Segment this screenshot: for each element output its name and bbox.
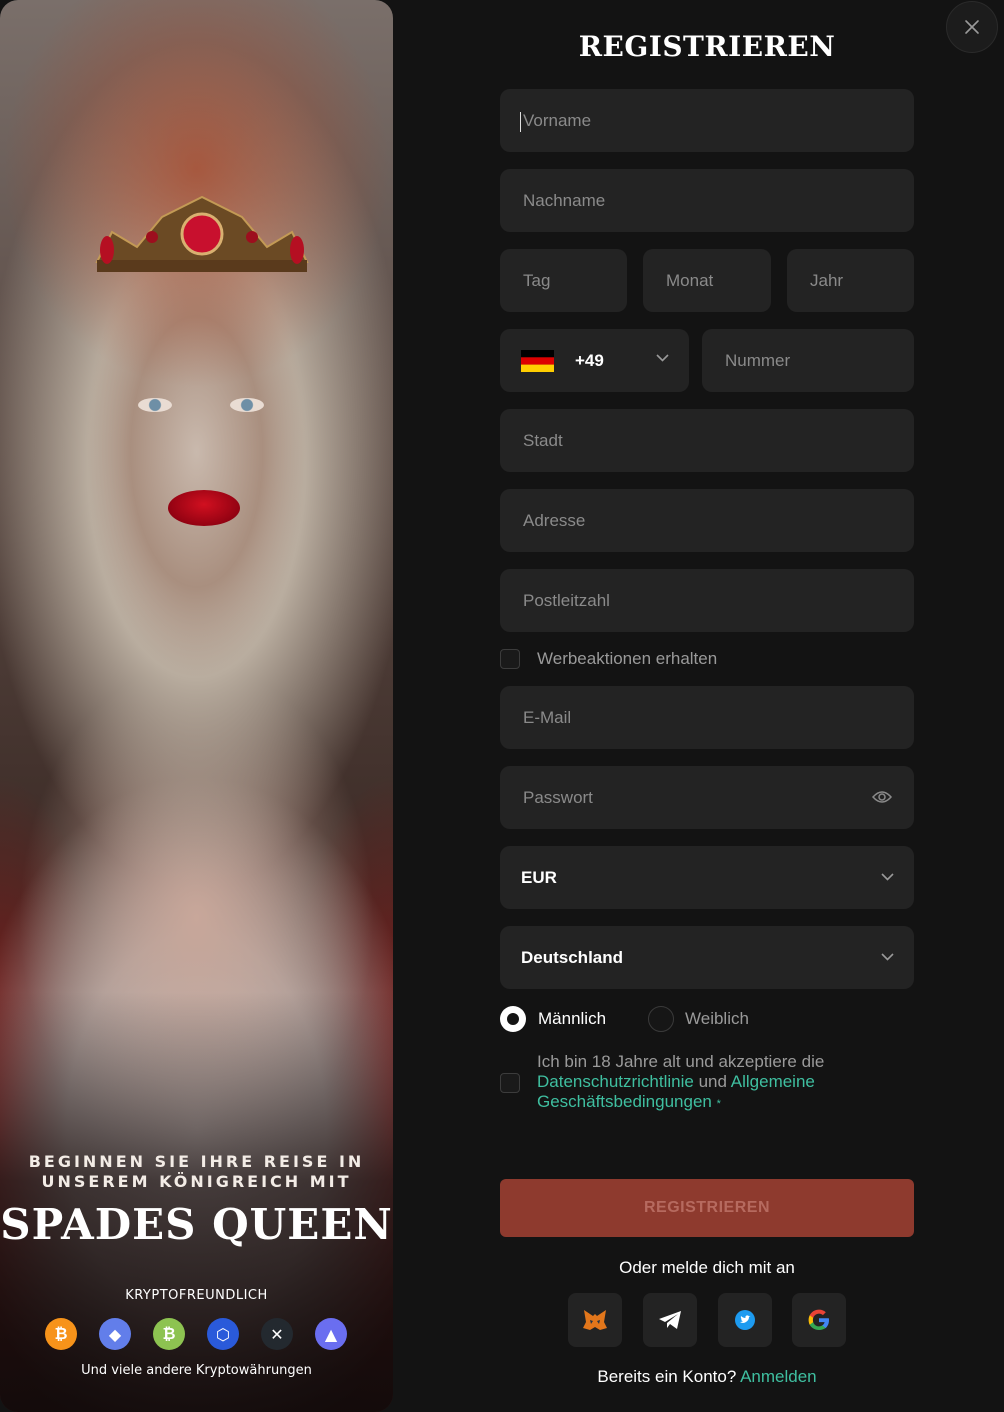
- crypto-label: KRYPTOFREUNDLICH: [125, 1288, 268, 1303]
- telegram-login-button[interactable]: [643, 1293, 697, 1347]
- country-select[interactable]: Deutschland: [500, 926, 914, 989]
- promotions-checkbox-label[interactable]: Werbeaktionen erhalten: [537, 649, 717, 669]
- metamask-login-button[interactable]: [568, 1293, 622, 1347]
- birth-month-field[interactable]: [643, 249, 771, 312]
- crown-illustration: [95, 195, 309, 272]
- login-prompt: Bereits ein Konto? Anmelden: [500, 1367, 914, 1387]
- close-button[interactable]: [946, 1, 998, 53]
- chainlink-icon: ⬡: [207, 1318, 239, 1350]
- twitter-login-button[interactable]: [718, 1293, 772, 1347]
- promo-tagline: BEGINNEN SIE IHRE REISE IN UNSEREM KÖNIG…: [0, 1152, 393, 1192]
- promo-panel: BEGINNEN SIE IHRE REISE IN UNSEREM KÖNIG…: [0, 0, 393, 1412]
- gender-male-radio[interactable]: [500, 1006, 526, 1032]
- currency-value: EUR: [521, 867, 557, 887]
- city-input[interactable]: [521, 429, 914, 452]
- password-input[interactable]: [521, 786, 845, 809]
- tron-icon: ▲: [315, 1318, 347, 1350]
- zip-input[interactable]: [521, 589, 914, 612]
- terms-checkbox[interactable]: [500, 1073, 520, 1093]
- ethereum-icon: ◆: [99, 1318, 131, 1350]
- zip-field[interactable]: [500, 569, 914, 632]
- birth-year-field[interactable]: [787, 249, 914, 312]
- city-field[interactable]: [500, 409, 914, 472]
- telegram-icon: [659, 1311, 681, 1329]
- chevron-down-icon: [656, 354, 669, 362]
- last-name-input[interactable]: [521, 189, 914, 212]
- phone-code-value: +49: [575, 350, 604, 370]
- email-field[interactable]: [500, 686, 914, 749]
- phone-number-input[interactable]: [723, 349, 914, 372]
- chevron-down-icon: [881, 953, 894, 961]
- social-login-heading: Oder melde dich mit an: [619, 1258, 795, 1277]
- first-name-field[interactable]: [500, 89, 914, 152]
- privacy-policy-link[interactable]: Datenschutzrichtlinie: [537, 1072, 694, 1091]
- text-caret: [520, 112, 521, 132]
- crypto-coin-list: ₿ ◆ ₿ ⬡ ✕ ▲: [45, 1318, 347, 1350]
- country-value: Deutschland: [521, 947, 624, 967]
- eye-icon[interactable]: [872, 790, 892, 804]
- portrait-eye-right: [230, 398, 264, 412]
- login-link[interactable]: Anmelden: [740, 1367, 817, 1386]
- phone-number-field[interactable]: [702, 329, 914, 392]
- close-icon: [965, 20, 979, 34]
- required-marker: *: [716, 1098, 721, 1110]
- address-field[interactable]: [500, 489, 914, 552]
- promotions-checkbox[interactable]: [500, 649, 520, 669]
- page-title: REGISTRIEREN: [578, 30, 836, 63]
- bitcoin-cash-icon: ₿: [153, 1318, 185, 1350]
- terms-text: Ich bin 18 Jahre alt und akzeptiere die …: [537, 1052, 867, 1114]
- last-name-field[interactable]: [500, 169, 914, 232]
- more-crypto-text: Und viele andere Kryptowährungen: [81, 1363, 312, 1378]
- login-prompt-text: Bereits ein Konto?: [597, 1367, 737, 1386]
- promo-tagline-line1: BEGINNEN SIE IHRE REISE IN: [28, 1152, 365, 1171]
- portrait-lips: [168, 490, 240, 526]
- terms-and: und: [698, 1072, 727, 1091]
- password-field[interactable]: [500, 766, 914, 829]
- google-login-button[interactable]: [792, 1293, 846, 1347]
- germany-flag-icon: [521, 349, 554, 372]
- email-input[interactable]: [521, 706, 914, 729]
- google-icon: [808, 1309, 829, 1330]
- ripple-icon: ✕: [261, 1318, 293, 1350]
- currency-select[interactable]: EUR: [500, 846, 914, 909]
- chevron-down-icon: [881, 873, 894, 881]
- address-input[interactable]: [521, 509, 914, 532]
- gender-male-label[interactable]: Männlich: [538, 1009, 606, 1029]
- metamask-icon: [583, 1310, 607, 1330]
- terms-prefix: Ich bin 18 Jahre alt und akzeptiere die: [537, 1052, 825, 1071]
- first-name-input[interactable]: [521, 109, 914, 132]
- radio-dot: [507, 1013, 519, 1025]
- birth-month-input[interactable]: [664, 269, 771, 292]
- birth-year-input[interactable]: [808, 269, 914, 292]
- twitter-icon: [735, 1310, 755, 1330]
- bitcoin-icon: ₿: [45, 1318, 77, 1350]
- register-button[interactable]: REGISTRIEREN: [500, 1179, 914, 1237]
- phone-code-select[interactable]: +49: [500, 329, 689, 392]
- gender-female-label[interactable]: Weiblich: [685, 1009, 749, 1029]
- promo-tagline-line2: UNSEREM KÖNIGREICH MIT: [41, 1172, 352, 1191]
- birth-day-field[interactable]: [500, 249, 627, 312]
- portrait-eye-left: [138, 398, 172, 412]
- birth-day-input[interactable]: [521, 269, 627, 292]
- gender-female-radio[interactable]: [648, 1006, 674, 1032]
- brand-name: SPADES QUEEN: [0, 1200, 393, 1249]
